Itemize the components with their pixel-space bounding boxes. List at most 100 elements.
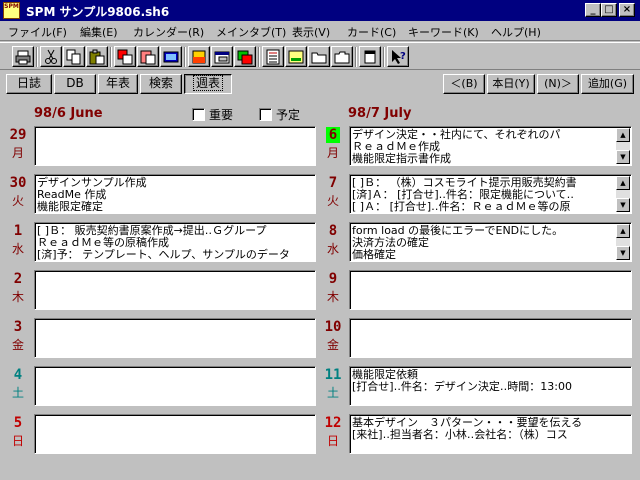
- tab-db[interactable]: DB: [54, 74, 96, 94]
- weekday-label: 土: [11, 386, 24, 400]
- scroll-down-icon[interactable]: ▼: [616, 150, 630, 164]
- day-number: 30: [5, 175, 31, 191]
- clipboard-card-icon[interactable]: [137, 46, 159, 67]
- menu-help[interactable]: ヘルプ(H): [491, 24, 541, 40]
- day-number: 2: [5, 271, 31, 287]
- note-icon[interactable]: [285, 46, 307, 67]
- scroll-up-icon[interactable]: ▲: [616, 224, 630, 238]
- right-day-box[interactable]: デザイン決定・・社内にて、それぞれのパ ＲｅａｄＭｅ作成 機能限定指示書作成 ▲ ▼: [349, 126, 632, 166]
- day-number: 7: [320, 175, 346, 191]
- important-label: 重要: [209, 108, 234, 122]
- copy-icon[interactable]: [63, 46, 85, 67]
- day-number-text: 29: [9, 127, 27, 143]
- schedule-entry[interactable]: [ ]Ａ： [打合せ]‥件名：ＲｅａｄＭｅ等の原: [352, 201, 629, 213]
- svg-text:?: ?: [400, 51, 406, 62]
- left-day-box[interactable]: [34, 366, 316, 406]
- day-number: 12: [320, 415, 346, 431]
- schedule-entry[interactable]: [来社]‥担当者名：小林‥会社名：（株）コス: [352, 429, 629, 441]
- right-day-box[interactable]: [349, 318, 632, 358]
- day-number: 5: [5, 415, 31, 431]
- menu-calendar[interactable]: カレンダー(R): [133, 24, 204, 40]
- scrollbar[interactable]: ▲ ▼: [616, 128, 630, 164]
- day-number-text: 30: [9, 175, 27, 191]
- tab-weekly[interactable]: 週表: [184, 74, 232, 94]
- day-number-text: 11: [324, 367, 342, 383]
- copy-card-icon[interactable]: [114, 46, 136, 67]
- right-day-box[interactable]: 機能限定依頼 [打合せ]‥件名：デザイン決定‥時間：13:00: [349, 366, 632, 406]
- left-day-box[interactable]: デザインサンプル作成 ReadMe 作成 機能限定確定: [34, 174, 316, 214]
- menu-view[interactable]: 表示(V): [292, 24, 330, 40]
- menu-edit[interactable]: 編集(E): [80, 24, 118, 40]
- page-icon[interactable]: [359, 46, 381, 67]
- help-icon[interactable]: ?: [387, 46, 409, 67]
- tab-diary[interactable]: 日誌: [6, 74, 52, 94]
- paste-icon[interactable]: [86, 46, 108, 67]
- weekday-label: 火: [326, 194, 339, 208]
- open-folder-icon[interactable]: [331, 46, 353, 67]
- weekday-label: 月: [326, 146, 339, 160]
- schedule-entry[interactable]: 価格確定: [352, 249, 629, 261]
- today-button[interactable]: 本日(Y): [487, 74, 535, 94]
- folder-icon[interactable]: [308, 46, 330, 67]
- scroll-up-icon[interactable]: ▲: [616, 176, 630, 190]
- right-day-box[interactable]: 基本デザイン ３パターン・・・要望を伝える [来社]‥担当者名：小林‥会社名：（…: [349, 414, 632, 454]
- color-window-icon[interactable]: [234, 46, 256, 67]
- next-week-button[interactable]: (N)＞: [537, 74, 579, 94]
- card-view-icon[interactable]: [160, 46, 182, 67]
- checkbox-box[interactable]: [192, 108, 205, 121]
- day-number: 4: [5, 367, 31, 383]
- scroll-down-icon[interactable]: ▼: [616, 246, 630, 260]
- day-number: 9: [320, 271, 346, 287]
- cut-icon[interactable]: [40, 46, 62, 67]
- important-checkbox[interactable]: 重要: [192, 106, 233, 123]
- menu-file[interactable]: ファイル(F): [8, 24, 67, 40]
- weekday-label: 金: [11, 338, 24, 352]
- tab-history[interactable]: 年表: [98, 74, 138, 94]
- menu-keyword[interactable]: キーワード(K): [408, 24, 479, 40]
- day-number-text: 6: [325, 127, 341, 143]
- weekday-label: 月: [11, 146, 24, 160]
- scheduled-checkbox[interactable]: 予定: [259, 106, 300, 123]
- right-day-box[interactable]: [ ]Ｂ： （株）コスモライト提示用販売契約書 [済]Ａ： [打合せ]‥件名：限定…: [349, 174, 632, 214]
- checkbox-box[interactable]: [259, 108, 272, 121]
- scheduled-label: 予定: [276, 108, 301, 122]
- weekday-label: 日: [11, 434, 24, 448]
- print-icon[interactable]: [12, 46, 34, 67]
- schedule-entry[interactable]: 機能限定確定: [37, 201, 313, 213]
- weekday-label: 水: [326, 242, 339, 256]
- menu-card[interactable]: カード(C): [347, 24, 396, 40]
- scrollbar[interactable]: ▲ ▼: [616, 176, 630, 212]
- scroll-up-icon[interactable]: ▲: [616, 128, 630, 142]
- left-day-box[interactable]: [34, 126, 316, 166]
- schedule-entry[interactable]: [打合せ]‥件名：デザイン決定‥時間：13:00: [352, 381, 629, 393]
- day-number: 10: [320, 319, 346, 335]
- day-number: 29: [5, 127, 31, 143]
- day-number: 3: [5, 319, 31, 335]
- maximize-button[interactable]: □: [601, 3, 617, 17]
- scrollbar[interactable]: ▲ ▼: [616, 224, 630, 260]
- close-button[interactable]: ×: [619, 3, 635, 17]
- window-icon[interactable]: [211, 46, 233, 67]
- scroll-down-icon[interactable]: ▼: [616, 198, 630, 212]
- day-number-text: 1: [13, 223, 23, 239]
- tab-search[interactable]: 検索: [140, 74, 182, 94]
- menu-maintab[interactable]: メインタブ(T): [216, 24, 286, 40]
- list-icon[interactable]: [262, 46, 284, 67]
- color-icon[interactable]: [188, 46, 210, 67]
- day-number: 8: [320, 223, 346, 239]
- left-day-box[interactable]: [34, 414, 316, 454]
- right-day-box[interactable]: [349, 270, 632, 310]
- add-button[interactable]: 追加(G): [581, 74, 634, 94]
- left-day-box[interactable]: [34, 270, 316, 310]
- day-number-text: 9: [328, 271, 338, 287]
- schedule-entry[interactable]: 機能限定指示書作成: [352, 153, 629, 165]
- minimize-button[interactable]: _: [585, 3, 601, 17]
- left-day-box[interactable]: [34, 318, 316, 358]
- schedule-entry[interactable]: [済]予： テンプレート、ヘルプ、サンプルのデータ: [37, 249, 313, 261]
- left-day-box[interactable]: [ ]Ｂ： 販売契約書原案作成→提出‥Ｇグループ ＲｅａｄＭｅ等の原稿作成 [済]…: [34, 222, 316, 262]
- day-number-text: 3: [13, 319, 23, 335]
- right-day-box[interactable]: form load の最後にエラーでENDにした。 決済方法の確定 価格確定 ▲ ▼: [349, 222, 632, 262]
- prev-week-button[interactable]: ＜(B): [443, 74, 485, 94]
- toolbar: ?: [0, 42, 640, 70]
- app-icon[interactable]: SPM: [3, 2, 20, 19]
